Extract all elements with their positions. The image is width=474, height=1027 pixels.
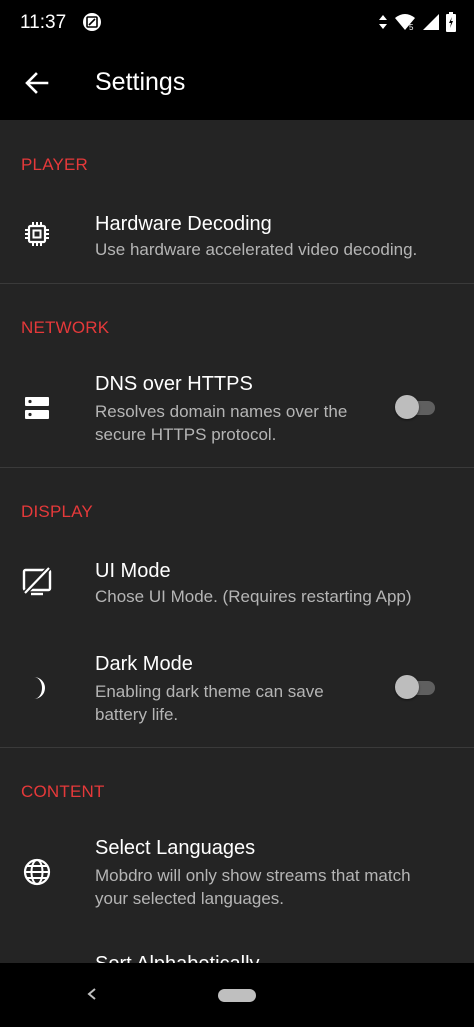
wifi-icon: 5 bbox=[395, 14, 415, 31]
arrow-back-icon bbox=[25, 72, 49, 94]
nav-home-button[interactable] bbox=[218, 989, 256, 1002]
setting-title: DNS over HTTPS bbox=[95, 373, 253, 395]
app-bar: Settings bbox=[0, 46, 474, 120]
status-icons: 5 bbox=[378, 12, 456, 32]
section-header-network: NETWORK bbox=[21, 318, 110, 337]
system-nav-bar bbox=[0, 963, 474, 1027]
switch-thumb bbox=[395, 675, 419, 699]
section-header-player: PLAYER bbox=[21, 155, 89, 174]
ui-mode-icon bbox=[22, 566, 52, 596]
setting-title: Dark Mode bbox=[95, 653, 193, 675]
divider bbox=[0, 283, 474, 284]
dns-icon bbox=[22, 393, 52, 423]
setting-subtitle: Use hardware accelerated video decoding. bbox=[95, 240, 418, 259]
divider bbox=[0, 747, 474, 748]
setting-title: UI Mode bbox=[95, 560, 171, 582]
notification-app-icon bbox=[83, 13, 101, 31]
status-time: 11:37 bbox=[20, 12, 67, 33]
setting-subtitle-line1: Mobdro will only show streams that match bbox=[95, 866, 411, 885]
switch-thumb bbox=[395, 395, 419, 419]
globe-icon bbox=[22, 857, 52, 887]
data-transfer-icon bbox=[379, 15, 387, 29]
dark-mode-toggle[interactable] bbox=[395, 675, 439, 699]
chip-icon bbox=[22, 219, 52, 249]
battery-charging-icon bbox=[446, 12, 456, 32]
moon-icon bbox=[22, 673, 52, 703]
setting-subtitle-line2: your selected languages. bbox=[95, 889, 285, 908]
setting-subtitle-line2: battery life. bbox=[95, 705, 179, 724]
setting-hardware-decoding[interactable]: Hardware Decoding Use hardware accelerat… bbox=[0, 200, 474, 280]
setting-ui-mode[interactable]: UI Mode Chose UI Mode. (Requires restart… bbox=[0, 547, 474, 627]
setting-subtitle: Chose UI Mode. (Requires restarting App) bbox=[95, 587, 412, 606]
setting-sort-alphabetically[interactable]: Sort Alphabetically bbox=[0, 943, 474, 963]
status-bar: 11:37 5 bbox=[0, 0, 474, 46]
setting-title: Sort Alphabetically bbox=[95, 953, 260, 963]
setting-dns-over-https[interactable]: DNS over HTTPS Resolves domain names ove… bbox=[0, 363, 474, 463]
svg-text:5: 5 bbox=[409, 23, 414, 31]
dns-over-https-toggle[interactable] bbox=[395, 395, 439, 419]
setting-dark-mode[interactable]: Dark Mode Enabling dark theme can save b… bbox=[0, 643, 474, 733]
setting-subtitle-line2: secure HTTPS protocol. bbox=[95, 425, 277, 444]
section-header-display: DISPLAY bbox=[21, 502, 93, 521]
setting-subtitle-line1: Resolves domain names over the bbox=[95, 402, 348, 421]
setting-title: Select Languages bbox=[95, 837, 256, 859]
back-button[interactable] bbox=[18, 64, 56, 102]
setting-title: Hardware Decoding bbox=[95, 213, 272, 235]
setting-select-languages[interactable]: Select Languages Mobdro will only show s… bbox=[0, 827, 474, 927]
section-header-content: CONTENT bbox=[21, 782, 105, 801]
setting-subtitle-line1: Enabling dark theme can save bbox=[95, 682, 324, 701]
settings-list[interactable]: PLAYER Hardware Decoding Use hardware ac… bbox=[0, 120, 474, 963]
page-title: Settings bbox=[95, 68, 186, 96]
divider bbox=[0, 467, 474, 468]
nav-back-icon[interactable] bbox=[84, 983, 100, 1005]
cellular-signal-icon bbox=[423, 14, 439, 30]
